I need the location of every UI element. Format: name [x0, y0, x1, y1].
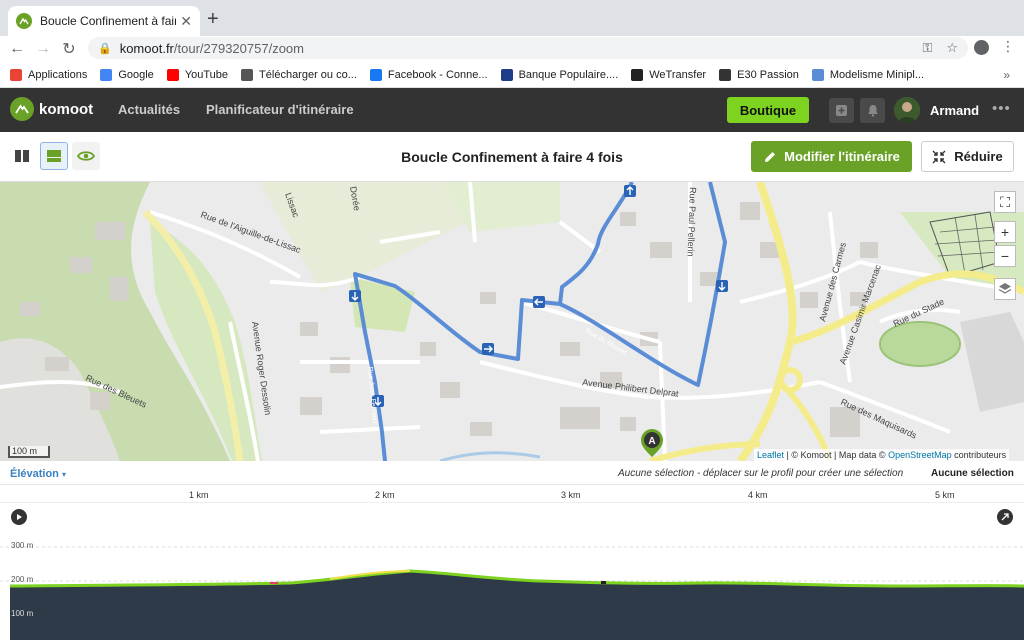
- tab-close-icon[interactable]: ✕: [180, 13, 192, 30]
- zoom-out-icon[interactable]: −: [994, 245, 1016, 267]
- bookmark-item[interactable]: E30 Passion: [719, 68, 799, 81]
- map-scale: 100 m: [8, 446, 50, 458]
- bookmark-label: YouTube: [184, 68, 229, 81]
- attribution-komoot: © Komoot: [791, 450, 832, 460]
- profile-icon[interactable]: [974, 40, 989, 55]
- attribution-osm-suffix: contributeurs: [954, 450, 1007, 460]
- play-start-icon[interactable]: [11, 509, 27, 525]
- bookmark-item[interactable]: YouTube: [166, 68, 229, 81]
- browser-tab[interactable]: Boucle Confinement à faire 4 f ✕: [8, 6, 200, 36]
- bookmark-item[interactable]: Modelisme Minipl...: [811, 68, 925, 81]
- elevation-label: Élévation: [10, 468, 59, 480]
- edit-route-label: Modifier l'itinéraire: [784, 149, 900, 164]
- bookmark-item[interactable]: Google: [100, 68, 154, 81]
- elevation-marker: [601, 581, 606, 584]
- boutique-button[interactable]: Boutique: [727, 97, 809, 123]
- notification-bell-icon[interactable]: [860, 98, 885, 123]
- lock-icon: 🔒: [98, 42, 112, 55]
- edit-route-button[interactable]: Modifier l'itinéraire: [751, 141, 912, 172]
- komoot-favicon-icon: [16, 13, 32, 29]
- layers-icon[interactable]: [994, 278, 1016, 300]
- attribution-leaflet[interactable]: Leaflet: [757, 450, 784, 460]
- bookmark-label: Facebook - Conne...: [387, 68, 488, 81]
- key-icon[interactable]: ⚿: [922, 40, 932, 56]
- nav-actualites[interactable]: Actualités: [118, 102, 180, 117]
- bookmark-label: E30 Passion: [737, 68, 799, 81]
- komoot-logo[interactable]: komoot: [10, 97, 93, 121]
- km-tick: 2 km: [375, 490, 395, 500]
- bookmark-item[interactable]: WeTransfer: [631, 68, 707, 81]
- bookmark-label: WeTransfer: [649, 68, 707, 81]
- bank-icon: [500, 68, 513, 81]
- reduce-label: Réduire: [954, 149, 1003, 164]
- browser-tabstrip: Boucle Confinement à faire 4 f ✕ +: [0, 0, 1024, 36]
- pencil-icon: [765, 151, 776, 162]
- komoot-logo-text: komoot: [39, 100, 94, 118]
- reduce-button[interactable]: Réduire: [921, 141, 1014, 172]
- bookmark-label: Applications: [28, 68, 88, 81]
- nav-planificateur[interactable]: Planificateur d'itinéraire: [206, 102, 354, 117]
- km-tick: 4 km: [748, 490, 768, 500]
- alt-label: 100 m: [11, 609, 34, 618]
- address-bar[interactable]: 🔒 komoot.fr/tour/279320757/zoom ⚿ ☆: [88, 37, 968, 59]
- url-domain: komoot.fr: [119, 40, 174, 56]
- stadium: [879, 321, 961, 367]
- alt-label: 300 m: [11, 541, 34, 550]
- zoom-in-icon[interactable]: +: [994, 221, 1016, 243]
- komoot-logo-icon: [10, 97, 34, 121]
- more-options-icon[interactable]: •••: [992, 100, 1011, 117]
- bookmark-label: Banque Populaire....: [518, 68, 619, 81]
- km-tick: 5 km: [935, 490, 955, 500]
- attribution-osm-prefix: Map data ©: [838, 450, 886, 460]
- wetransfer-icon: [631, 68, 644, 81]
- map-view[interactable]: Rue de l'Aiguille-de-Lissac Rue des Bleu…: [0, 182, 1024, 461]
- url-path: /tour/279320757/zoom: [173, 40, 304, 56]
- selection-state: Aucune sélection: [931, 468, 1014, 479]
- bookmarks-bar: Applications Google YouTube Télécharger ou …: [0, 62, 1024, 88]
- youtube-icon: [166, 68, 179, 81]
- map-canvas[interactable]: Rue de l'Aiguille-de-Lissac Rue des Bleu…: [0, 182, 1024, 461]
- km-tick: 1 km: [189, 490, 209, 500]
- fullscreen-icon[interactable]: ⛶: [994, 191, 1016, 213]
- chevron-down-icon: ▾: [61, 470, 66, 479]
- puzzle-icon: [811, 68, 824, 81]
- bookmark-label: Télécharger ou co...: [259, 68, 357, 81]
- start-marker-label: A: [648, 436, 655, 447]
- browser-menu-icon[interactable]: ⋮: [1001, 38, 1015, 55]
- avatar[interactable]: [894, 97, 920, 123]
- attribution-osm[interactable]: OpenStreetMap: [888, 450, 952, 460]
- bookmark-item[interactable]: Banque Populaire....: [500, 68, 619, 81]
- globe-icon: [241, 68, 254, 81]
- apps-grid-icon: [10, 68, 22, 81]
- new-tab-icon[interactable]: +: [207, 8, 219, 31]
- bookmark-item[interactable]: Applications: [10, 68, 88, 81]
- bookmarks-overflow-icon[interactable]: »: [1003, 68, 1010, 82]
- bookmark-item[interactable]: Télécharger ou co...: [241, 68, 357, 81]
- bookmark-star-icon[interactable]: ☆: [946, 40, 958, 56]
- bookmark-label: Modelisme Minipl...: [829, 68, 925, 81]
- bookmark-item[interactable]: Facebook - Conne...: [369, 68, 488, 81]
- google-icon: [100, 68, 113, 81]
- bmw-icon: [719, 68, 732, 81]
- bookmark-label: Google: [118, 68, 154, 81]
- forward-icon[interactable]: →: [30, 40, 56, 58]
- elevation-profile[interactable]: [0, 530, 1024, 640]
- km-axis-line: [0, 502, 1024, 503]
- elevation-steep-marker: [270, 582, 278, 584]
- alt-label: 200 m: [11, 575, 34, 584]
- collapse-icon: [932, 150, 946, 163]
- map-attribution: Leaflet | © Komoot | Map data © OpenStre…: [754, 449, 1010, 461]
- play-end-icon[interactable]: [997, 509, 1013, 525]
- back-icon[interactable]: ←: [4, 40, 30, 58]
- divider: [0, 484, 1024, 485]
- selection-hint: Aucune sélection - déplacer sur le profi…: [618, 468, 904, 479]
- tab-title: Boucle Confinement à faire 4 f: [40, 14, 177, 28]
- username[interactable]: Armand: [930, 103, 979, 118]
- elevation-dropdown[interactable]: Élévation ▾: [10, 468, 66, 480]
- reload-icon[interactable]: ↻: [56, 39, 82, 59]
- facebook-icon: [369, 68, 382, 81]
- add-icon[interactable]: [829, 98, 854, 123]
- km-tick: 3 km: [561, 490, 581, 500]
